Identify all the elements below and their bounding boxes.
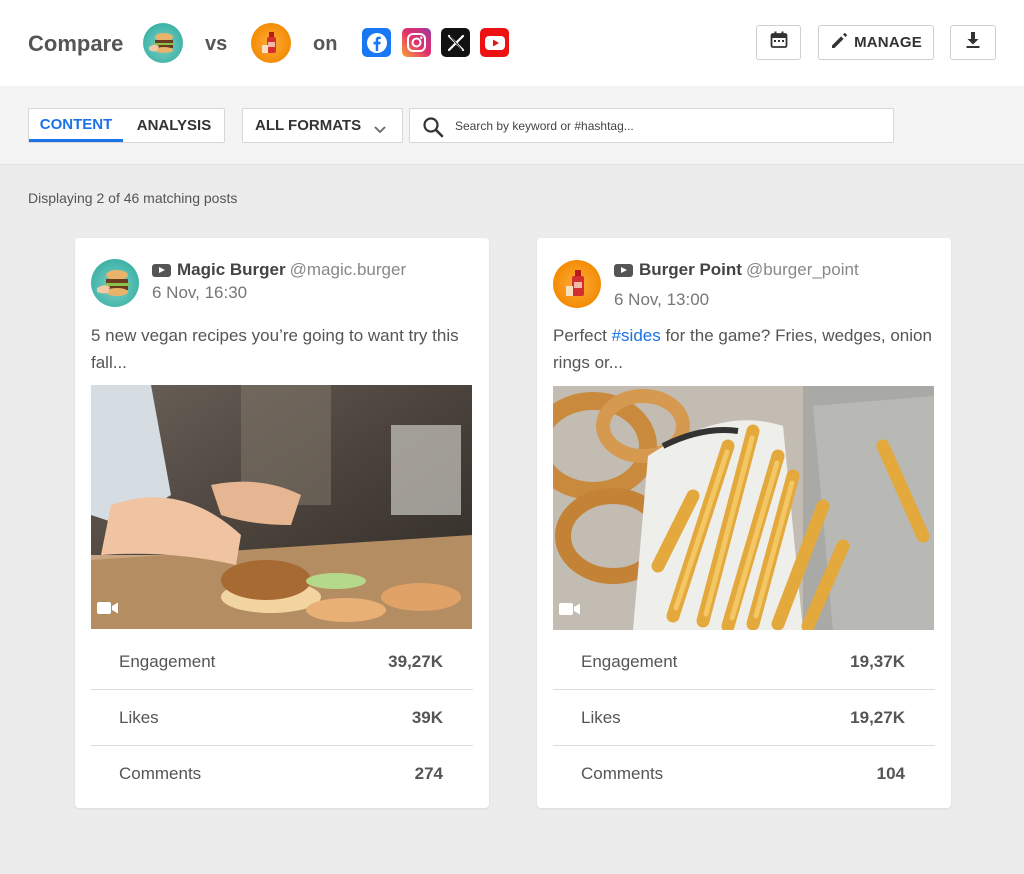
hashtag-link[interactable]: #sides [612,326,661,345]
account-handle: @magic.burger [289,260,407,279]
post-video-thumbnail[interactable] [553,386,934,630]
video-camera-icon [97,601,119,620]
post-date: 6 Nov, 13:00 [614,290,710,309]
post-video-thumbnail[interactable] [91,385,472,629]
stat-row: Engagement 39,27K [91,634,473,690]
stat-label: Likes [119,708,159,727]
view-tabs: CONTENT ANALYSIS [28,108,225,143]
stat-value: 274 [414,764,443,783]
post-author: Magic Burger @magic.burger [177,260,406,280]
filter-toolbar: CONTENT ANALYSIS ALL FORMATS [0,86,1024,165]
header-bar: Compare vs on MANAGE [0,0,1024,86]
youtube-icon [614,264,633,277]
x-icon[interactable] [441,28,470,57]
facebook-icon[interactable] [362,28,391,57]
ketchup-avatar-icon[interactable] [251,23,291,63]
stat-label: Comments [119,764,202,783]
stat-row: Engagement 19,37K [553,634,935,690]
burger-avatar-icon [91,259,139,307]
post-author: Burger Point @burger_point [639,260,859,280]
stat-value: 104 [876,764,905,783]
download-icon [963,30,983,55]
formats-dropdown[interactable]: ALL FORMATS [242,108,403,143]
manage-button[interactable]: MANAGE [818,25,934,60]
search-box [409,108,894,143]
vs-label: vs [205,33,228,55]
stat-row: Likes 39K [91,690,473,746]
calendar-icon [769,30,789,55]
search-icon [422,116,444,143]
formats-label: ALL FORMATS [255,117,362,134]
stat-value: 19,27K [850,708,905,727]
burger-avatar-icon[interactable] [143,23,183,63]
stat-label: Engagement [119,652,216,671]
post-card[interactable]: Magic Burger @magic.burger 6 Nov, 16:30 5… [75,238,489,808]
search-input[interactable] [455,115,875,137]
post-text: 5 new vegan recipes you’re going to want… [91,326,459,372]
account-handle: @burger_point [745,260,859,279]
stat-row: Comments 274 [91,746,473,802]
chevron-down-icon [374,121,386,138]
post-date: 6 Nov, 16:30 [152,283,248,302]
post-stats: Engagement 19,37K Likes 19,27K Comments … [553,634,935,802]
download-button[interactable] [950,25,996,60]
stat-label: Likes [581,708,621,727]
video-camera-icon [559,602,581,621]
pencil-icon [830,32,848,54]
stat-value: 19,37K [850,652,905,671]
post-text-start: Perfect [553,326,612,345]
manage-label: MANAGE [854,34,922,51]
post-text: Perfect #sides for the game? Fries, wedg… [553,322,933,376]
tab-content[interactable]: CONTENT [29,109,123,142]
stat-row: Comments 104 [553,746,935,802]
instagram-icon[interactable] [402,28,431,57]
account-name: Magic Burger [177,260,286,279]
calendar-button[interactable] [756,25,801,60]
post-card[interactable]: Burger Point @burger_point 6 Nov, 13:00 P… [537,238,951,808]
tab-analysis[interactable]: ANALYSIS [123,109,225,142]
stat-value: 39,27K [388,652,443,671]
stat-label: Engagement [581,652,678,671]
on-label: on [313,33,338,55]
youtube-icon[interactable] [480,28,509,57]
compare-label: Compare [28,31,124,56]
ketchup-avatar-icon [553,260,601,308]
stat-label: Comments [581,764,664,783]
results-count: Displaying 2 of 46 matching posts [28,190,238,206]
post-stats: Engagement 39,27K Likes 39K Comments 274 [91,634,473,802]
stat-value: 39K [411,708,443,727]
stat-row: Likes 19,27K [553,690,935,746]
youtube-icon [152,264,171,277]
account-name: Burger Point [639,260,742,279]
